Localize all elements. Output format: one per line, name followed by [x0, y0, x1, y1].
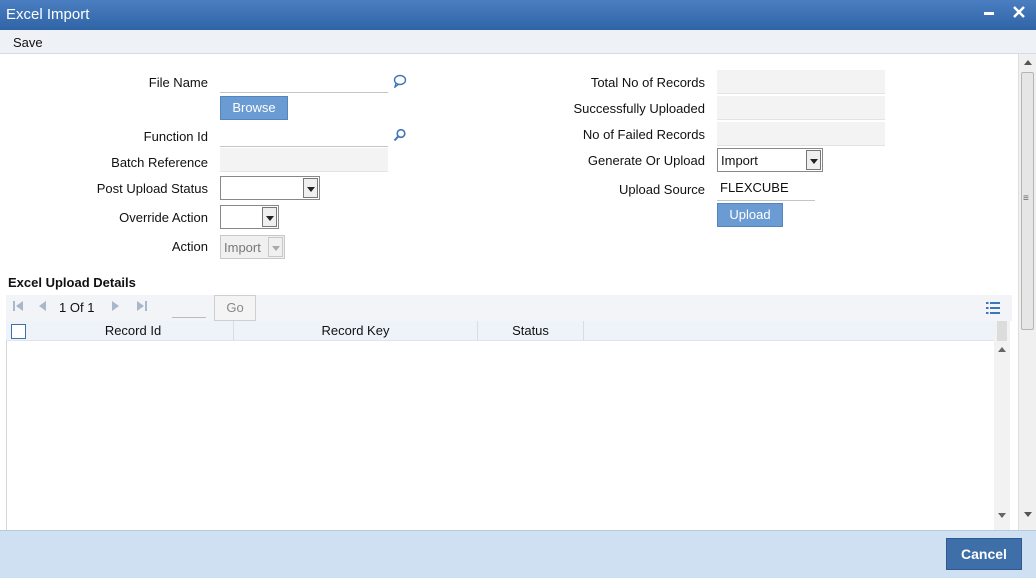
grid-scrollbar-header [997, 321, 1007, 341]
section-title: Excel Upload Details [8, 275, 136, 290]
generate-or-upload-select[interactable]: Import [717, 148, 823, 172]
search-icon[interactable] [393, 128, 407, 145]
first-page-icon[interactable] [12, 300, 24, 315]
file-name-input[interactable] [220, 71, 388, 93]
select-all-checkbox[interactable] [11, 324, 26, 339]
previous-page-icon[interactable] [36, 300, 48, 315]
close-icon[interactable] [1010, 5, 1028, 23]
action-label: Action [171, 239, 208, 254]
title-bar: Excel Import [0, 0, 1036, 30]
minimize-icon[interactable] [980, 5, 998, 23]
file-name-label: File Name [148, 75, 208, 90]
main-content: File Name Browse Function Id Batch Refer… [0, 54, 1018, 530]
function-id-label: Function Id [143, 129, 208, 144]
menu-bar: Save [0, 30, 1036, 54]
footer-bar: Cancel [0, 530, 1036, 578]
pager: 1 Of 1 Go [6, 295, 1012, 321]
generate-or-upload-label: Generate Or Upload [587, 153, 705, 168]
page-number-input[interactable] [172, 317, 206, 318]
grid-body [6, 341, 994, 530]
override-action-label: Override Action [119, 210, 208, 225]
generate-or-upload-value: Import [721, 153, 758, 168]
column-header-record-id[interactable]: Record Id [33, 321, 234, 341]
scroll-down-icon[interactable] [1024, 512, 1032, 517]
page-indicator: 1 Of 1 [59, 300, 94, 315]
save-menu-item[interactable]: Save [13, 35, 43, 50]
scrollbar-thumb[interactable] [1021, 72, 1034, 330]
successfully-uploaded-label: Successfully Uploaded [573, 101, 705, 116]
total-records-field [717, 70, 885, 94]
chevron-down-icon[interactable] [262, 207, 277, 227]
grid-header: Record Id Record Key Status [6, 321, 994, 341]
next-page-icon[interactable] [110, 300, 122, 315]
upload-source-field: FLEXCUBE [717, 177, 815, 201]
scroll-down-icon[interactable] [998, 513, 1006, 518]
list-settings-icon[interactable] [986, 301, 1000, 318]
action-value: Import [224, 240, 261, 255]
total-pages: 1 [87, 300, 95, 315]
scroll-up-icon[interactable] [998, 347, 1006, 352]
failed-records-label: No of Failed Records [582, 127, 705, 142]
successfully-uploaded-field [717, 96, 885, 120]
total-records-label: Total No of Records [590, 75, 705, 90]
chevron-down-icon[interactable] [806, 150, 821, 170]
upload-button[interactable]: Upload [717, 203, 783, 227]
chevron-down-icon [268, 237, 283, 257]
speech-bubble-icon[interactable] [393, 74, 407, 91]
action-select: Import [220, 235, 285, 259]
override-action-select[interactable] [220, 205, 279, 229]
failed-records-field [717, 122, 885, 146]
last-page-icon[interactable] [136, 300, 148, 315]
go-button[interactable]: Go [214, 295, 256, 321]
browse-button[interactable]: Browse [220, 96, 288, 120]
function-id-input[interactable] [220, 125, 388, 147]
upload-source-label: Upload Source [619, 182, 705, 197]
chevron-down-icon[interactable] [303, 178, 318, 198]
post-upload-status-select[interactable] [220, 176, 320, 200]
window-title: Excel Import [6, 6, 90, 23]
scroll-up-icon[interactable] [1024, 60, 1032, 65]
column-header-record-key[interactable]: Record Key [234, 321, 478, 341]
window-scrollbar[interactable] [1018, 54, 1036, 530]
column-header-status[interactable]: Status [478, 321, 584, 341]
batch-reference-label: Batch Reference [111, 155, 208, 170]
post-upload-status-label: Post Upload Status [96, 181, 208, 196]
grid-scrollbar[interactable] [994, 321, 1010, 530]
cancel-button[interactable]: Cancel [946, 538, 1022, 570]
page-of-label: Of [69, 300, 84, 315]
batch-reference-field [220, 148, 388, 172]
current-page: 1 [59, 300, 67, 315]
